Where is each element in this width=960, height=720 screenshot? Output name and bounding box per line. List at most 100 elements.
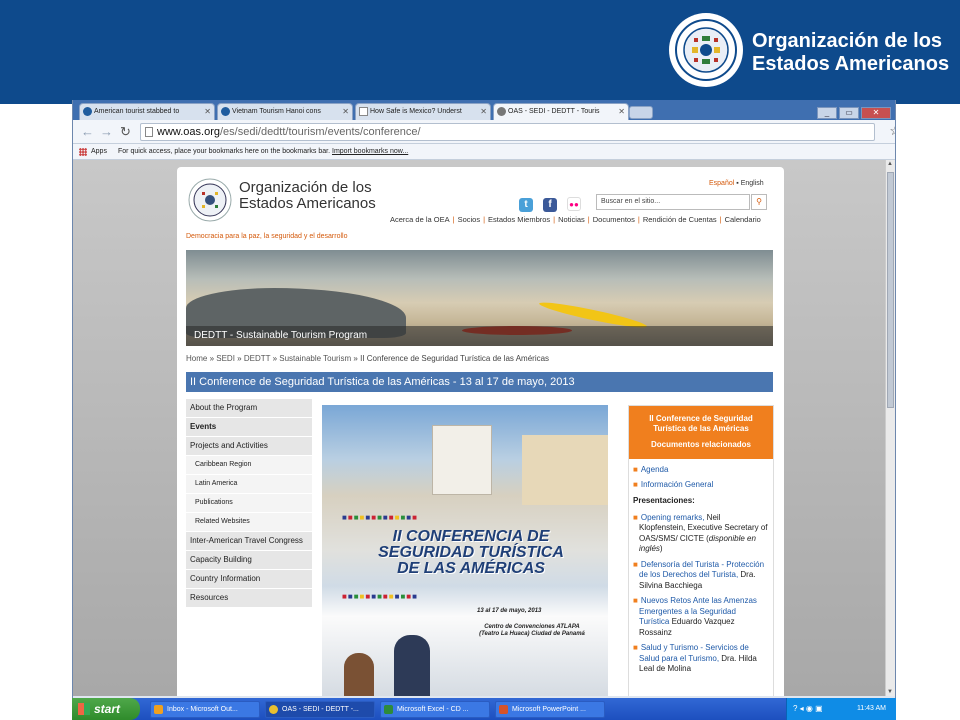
taskbar-item-label: Microsoft Excel - CD ... xyxy=(397,706,469,713)
browser-tab-3[interactable]: How Safe is Mexico? Underst ✕ xyxy=(355,103,491,120)
hero-caption: DEDTT - Sustainable Tourism Program xyxy=(186,326,773,346)
banner-title: Organización de los Estados Americanos xyxy=(752,30,949,76)
slide: Organización de los Estados Americanos A… xyxy=(0,0,960,720)
taskbar-item-excel[interactable]: Microsoft Excel - CD ... xyxy=(380,701,490,718)
excel-icon xyxy=(384,705,393,714)
bullet-icon: ■ xyxy=(633,479,638,489)
nav-calendario[interactable]: Calendario xyxy=(722,215,764,224)
system-tray: ? ◂ ◉ ▣ 11:43 AM xyxy=(786,698,896,720)
nav-estados[interactable]: Estados Miembros xyxy=(485,215,553,224)
page-icon xyxy=(359,107,368,116)
scroll-up-icon[interactable]: ▲ xyxy=(887,161,893,167)
poster-guard-shape xyxy=(394,635,430,696)
nav-rendicion[interactable]: Rendición de Cuentas xyxy=(640,215,720,224)
sidebar-item-projects[interactable]: Projects and Activities xyxy=(186,437,312,456)
browser-tab-1[interactable]: American tourist stabbed to ✕ xyxy=(79,103,215,120)
start-button[interactable]: start xyxy=(72,698,140,720)
lang-es-link[interactable]: Español xyxy=(709,180,734,187)
oas-seal-icon[interactable] xyxy=(188,178,232,222)
sidebar-item-events[interactable]: Events xyxy=(186,418,312,437)
info-general-link[interactable]: Información General xyxy=(641,480,713,489)
related-documents-body: ■ Agenda ■ Información General Presentacio… xyxy=(629,459,773,675)
bookmarks-prompt-text: For quick access, place your bookmarks h… xyxy=(118,148,331,155)
agenda-link[interactable]: Agenda xyxy=(641,465,669,474)
list-item: ■ Nuevos Retos Ante las Amenzas Emergente… xyxy=(633,596,768,638)
back-arrow-icon[interactable]: ← xyxy=(81,124,94,139)
vertical-scrollbar[interactable]: ▲ ▼ xyxy=(885,160,895,696)
breadcrumb-home[interactable]: Home xyxy=(186,354,207,363)
taskbar-item-browser[interactable]: OAS - SEDI - DEDTT -... xyxy=(265,701,375,718)
sidebar-nav: About the Program Events Projects and Ac… xyxy=(186,399,312,608)
tray-icons[interactable]: ? ◂ ◉ ▣ xyxy=(793,704,823,714)
breadcrumb-separator: » xyxy=(234,354,244,363)
rbox-head-line2: Turística de las Américas xyxy=(653,424,749,433)
breadcrumb-separator: » xyxy=(207,354,217,363)
breadcrumb-separator: » xyxy=(270,354,280,363)
breadcrumb-dedtt[interactable]: DEDTT xyxy=(244,354,271,363)
nav-noticias[interactable]: Noticias xyxy=(555,215,588,224)
maximize-icon[interactable]: ▭ xyxy=(839,107,859,119)
close-icon[interactable]: ✕ xyxy=(204,104,211,119)
reload-icon[interactable]: ↻ xyxy=(120,124,131,139)
breadcrumb-current: II Conference de Seguridad Turística de … xyxy=(360,354,550,363)
clock[interactable]: 11:43 AM xyxy=(857,705,886,712)
sidebar-item-capacity[interactable]: Capacity Building xyxy=(186,551,312,570)
bullet-icon: ■ xyxy=(633,512,638,522)
sidebar-item-country-info[interactable]: Country Information xyxy=(186,570,312,589)
poster-church-shape xyxy=(432,425,492,495)
outlook-icon xyxy=(154,705,163,714)
sidebar-item-publications[interactable]: Publications xyxy=(186,494,312,513)
new-tab-button[interactable] xyxy=(629,106,653,119)
close-window-icon[interactable]: ✕ xyxy=(861,107,891,119)
minimize-icon[interactable]: _ xyxy=(817,107,837,119)
forward-arrow-icon[interactable]: → xyxy=(100,124,113,139)
close-icon[interactable]: ✕ xyxy=(480,104,487,119)
close-icon[interactable]: ✕ xyxy=(618,104,625,119)
site-search-input[interactable]: Buscar en el sitio... xyxy=(596,194,750,210)
apps-grid-icon xyxy=(79,148,87,156)
browser-tab-4-active[interactable]: OAS - SEDI - DEDTT - Touris ✕ xyxy=(493,103,629,120)
import-bookmarks-link[interactable]: Import bookmarks now... xyxy=(332,148,408,155)
top-navigation: Acerca de la OEA | Socios | Estados Miembros… xyxy=(387,215,764,224)
presentation-link[interactable]: Opening remarks, xyxy=(641,513,705,522)
conference-poster: ■■■■■■■■■■■■■ II CONFERENCIA DE SEGURIDA… xyxy=(322,405,608,696)
site-tagline: Democracia para la paz, la seguridad y e… xyxy=(186,233,348,240)
facebook-icon[interactable]: f xyxy=(543,198,557,212)
twitter-icon[interactable]: t xyxy=(519,198,533,212)
close-icon[interactable]: ✕ xyxy=(342,104,349,119)
flickr-icon[interactable]: ●● xyxy=(567,197,581,211)
hero-image: DEDTT - Sustainable Tourism Program xyxy=(186,250,773,346)
bookmark-star-icon[interactable]: ☆ xyxy=(889,123,895,139)
scrollbar-thumb[interactable] xyxy=(887,172,894,408)
language-switcher: Español ▪ English xyxy=(709,180,764,187)
sidebar-item-caribbean[interactable]: Caribbean Region xyxy=(186,456,312,475)
list-item: ■ Salud y Turismo - Servicios de Salud pa… xyxy=(633,643,768,675)
start-label: start xyxy=(94,702,121,716)
nav-acerca[interactable]: Acerca de la OEA xyxy=(387,215,453,224)
sidebar-item-about[interactable]: About the Program xyxy=(186,399,312,418)
bookmarks-bar: Apps For quick access, place your bookma… xyxy=(73,144,895,160)
bullet-icon: ■ xyxy=(633,559,638,569)
apps-button[interactable]: Apps xyxy=(91,144,107,159)
site-name[interactable]: Organización de los Estados Americanos xyxy=(239,180,376,212)
site-name-line1: Organización de los xyxy=(239,179,372,196)
sidebar-item-latin-america[interactable]: Latin America xyxy=(186,475,312,494)
taskbar-item-powerpoint[interactable]: Microsoft PowerPoint ... xyxy=(495,701,605,718)
scroll-down-icon[interactable]: ▼ xyxy=(887,689,893,695)
breadcrumb-sedi[interactable]: SEDI xyxy=(216,354,235,363)
banner-title-line1: Organización de los xyxy=(752,30,943,52)
nav-documentos[interactable]: Documentos xyxy=(590,215,638,224)
breadcrumb-tourism[interactable]: Sustainable Tourism xyxy=(279,354,351,363)
sidebar-item-travel-congress[interactable]: Inter-American Travel Congress xyxy=(186,532,312,551)
favicon-icon xyxy=(221,107,230,116)
search-icon[interactable]: ⚲ xyxy=(751,194,767,210)
nav-socios[interactable]: Socios xyxy=(455,215,484,224)
browser-tab-2[interactable]: Vietnam Tourism Hanoi cons ✕ xyxy=(217,103,353,120)
window-controls: _ ▭ ✕ xyxy=(815,102,891,119)
lang-en-link[interactable]: English xyxy=(741,180,764,187)
poster-flags-row: ■■■■■■■■■■■■■ xyxy=(342,592,418,601)
sidebar-item-resources[interactable]: Resources xyxy=(186,589,312,608)
address-bar[interactable]: www.oas.org/es/sedi/dedtt/tourism/events… xyxy=(140,123,895,141)
taskbar-item-outlook[interactable]: Inbox - Microsoft Out... xyxy=(150,701,260,718)
sidebar-item-related-websites[interactable]: Related Websites xyxy=(186,513,312,532)
